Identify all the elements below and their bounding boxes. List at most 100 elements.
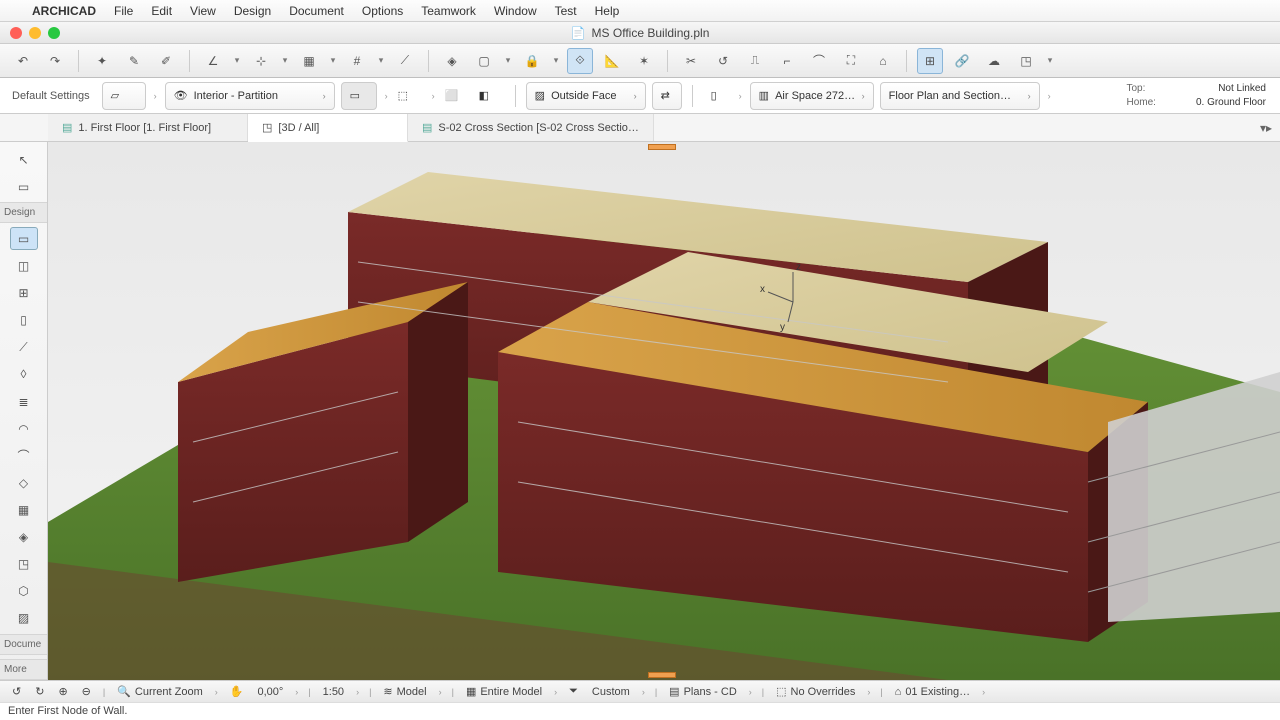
skylight-tool[interactable]: ◇	[10, 471, 38, 494]
more-section-label[interactable]: More	[0, 659, 47, 680]
filter-button[interactable]: ⏷	[565, 683, 582, 701]
cloud-button[interactable]: ☁	[981, 48, 1007, 74]
snap-button[interactable]: ⊹	[248, 48, 274, 74]
chevron-down-icon[interactable]: ▾	[328, 55, 338, 66]
menu-test[interactable]: Test	[547, 4, 585, 18]
renovation-button[interactable]: ⌂ 01 Existing…	[891, 683, 974, 701]
menu-options[interactable]: Options	[354, 4, 411, 18]
chevron-right-icon[interactable]: ›	[383, 91, 390, 101]
default-settings-label[interactable]: Default Settings	[6, 90, 96, 102]
chevron-right-icon[interactable]: ›	[430, 91, 437, 101]
door-tool[interactable]: ◫	[10, 254, 38, 277]
tab-first-floor[interactable]: ▤ 1. First Floor [1. First Floor]	[48, 114, 248, 141]
menu-file[interactable]: File	[106, 4, 141, 18]
scale-selector[interactable]: 1:50	[319, 683, 348, 701]
show3d-button[interactable]: ⊞	[917, 48, 943, 74]
wall-tool[interactable]: ▭	[10, 227, 38, 250]
align-button[interactable]: ⎍	[742, 48, 768, 74]
chevron-down-icon[interactable]: ▾	[280, 55, 290, 66]
window-tool[interactable]: ⊞	[10, 282, 38, 305]
close-window-button[interactable]	[10, 27, 22, 39]
menu-document[interactable]: Document	[281, 4, 352, 18]
morph-tool[interactable]: ◈	[10, 526, 38, 549]
mesh-tool[interactable]: ▨	[10, 607, 38, 630]
redo-button[interactable]: ↷	[42, 48, 68, 74]
layer-selector[interactable]: 👁 Interior - Partition ›	[165, 82, 335, 110]
object-tool[interactable]: ◳	[10, 553, 38, 576]
wall-shape-button[interactable]: ▭	[341, 82, 377, 110]
menu-help[interactable]: Help	[587, 4, 628, 18]
chevron-right-icon[interactable]: ›	[737, 91, 744, 101]
corner-button[interactable]: ⌐	[774, 48, 800, 74]
zoom-in-button[interactable]: ⊕	[54, 683, 71, 701]
composite-selector[interactable]: ▥ Air Space 272… ›	[750, 82, 874, 110]
angle-button[interactable]: ∠	[200, 48, 226, 74]
tag-button[interactable]: ◈	[439, 48, 465, 74]
menu-view[interactable]: View	[182, 4, 224, 18]
marquee-tool[interactable]: ▭	[10, 175, 38, 198]
slab-tool[interactable]: ◊	[10, 363, 38, 386]
tab-3d[interactable]: ◳ [3D / All]	[248, 114, 408, 142]
geometry-method-button[interactable]: ▱	[102, 82, 146, 110]
undo-button[interactable]: ↶	[10, 48, 36, 74]
3d-viewport[interactable]: z x y	[48, 142, 1280, 680]
eyedropper-button[interactable]: ✎	[121, 48, 147, 74]
custom-button[interactable]: Custom	[588, 683, 634, 701]
trim-button[interactable]: ✂	[678, 48, 704, 74]
stair-tool[interactable]: ≣	[10, 390, 38, 413]
angle-readout[interactable]: 0,00°	[253, 683, 287, 701]
zoom-fwd-button[interactable]: ↻	[31, 683, 48, 701]
tab-overflow-button[interactable]: ▾▸	[1252, 114, 1280, 141]
menu-design[interactable]: Design	[226, 4, 279, 18]
overrides-button[interactable]: ⬚ No Overrides	[772, 683, 859, 701]
minimize-window-button[interactable]	[29, 27, 41, 39]
fillet-button[interactable]: ⌒	[806, 48, 832, 74]
complex-button[interactable]: ◧	[477, 82, 505, 110]
measure-button[interactable]: 📐	[599, 48, 625, 74]
cube-button[interactable]: ◳	[1013, 48, 1039, 74]
magic-button[interactable]: ⟐	[567, 48, 593, 74]
inject-button[interactable]: ✐	[153, 48, 179, 74]
zone-tool[interactable]: ⬡	[10, 580, 38, 603]
construction-button[interactable]: ⬚	[396, 82, 424, 110]
roof-tool[interactable]: ◠	[10, 417, 38, 440]
dim-button[interactable]: ▦	[296, 48, 322, 74]
menu-edit[interactable]: Edit	[143, 4, 180, 18]
resize-button[interactable]: ⛶	[838, 48, 864, 74]
chevron-down-icon[interactable]: ▾	[232, 55, 242, 66]
struct1-button[interactable]: ▯	[703, 82, 731, 110]
flip-button[interactable]: ⇄	[652, 82, 682, 110]
current-zoom-button[interactable]: 🔍 Current Zoom	[113, 683, 207, 701]
chevron-right-icon[interactable]: ›	[152, 91, 159, 101]
zoom-out-button[interactable]: ⊖	[78, 683, 95, 701]
menu-teamwork[interactable]: Teamwork	[413, 4, 484, 18]
menu-window[interactable]: Window	[486, 4, 545, 18]
grid-button[interactable]: #	[344, 48, 370, 74]
pan-button[interactable]: ✋	[226, 683, 248, 701]
ruler-button[interactable]: ⟋	[392, 48, 418, 74]
home-button[interactable]: ⌂	[870, 48, 896, 74]
tab-section[interactable]: ▤ S-02 Cross Section [S-02 Cross Sectio…	[408, 114, 654, 141]
rect-button[interactable]: ▢	[471, 48, 497, 74]
reference-line-selector[interactable]: ▨ Outside Face ›	[526, 82, 646, 110]
curtain-tool[interactable]: ▦	[10, 498, 38, 521]
zoom-window-button[interactable]	[48, 27, 60, 39]
beam-tool[interactable]: ⟋	[10, 336, 38, 359]
point-button[interactable]: ✶	[631, 48, 657, 74]
shell-tool[interactable]: ⌒	[10, 444, 38, 467]
design-section-label[interactable]: Design	[0, 202, 47, 223]
adjust-button[interactable]: ↺	[710, 48, 736, 74]
chevron-down-icon[interactable]: ▾	[551, 55, 561, 66]
zoom-back-button[interactable]: ↺	[8, 683, 25, 701]
link-button[interactable]: 🔗	[949, 48, 975, 74]
plans-button[interactable]: ▤ Plans - CD	[665, 683, 741, 701]
profile-button[interactable]: ⬜	[443, 82, 471, 110]
arrow-tool[interactable]: ↖	[10, 148, 38, 171]
chevron-down-icon[interactable]: ▾	[503, 55, 513, 66]
document-section-label[interactable]: Docume	[0, 634, 47, 655]
lock-button[interactable]: 🔒	[519, 48, 545, 74]
pick-button[interactable]: ✦	[89, 48, 115, 74]
model-view-button[interactable]: ≋ Model	[379, 683, 430, 701]
chevron-down-icon[interactable]: ▾	[376, 55, 386, 66]
app-name[interactable]: ARCHICAD	[24, 4, 104, 18]
